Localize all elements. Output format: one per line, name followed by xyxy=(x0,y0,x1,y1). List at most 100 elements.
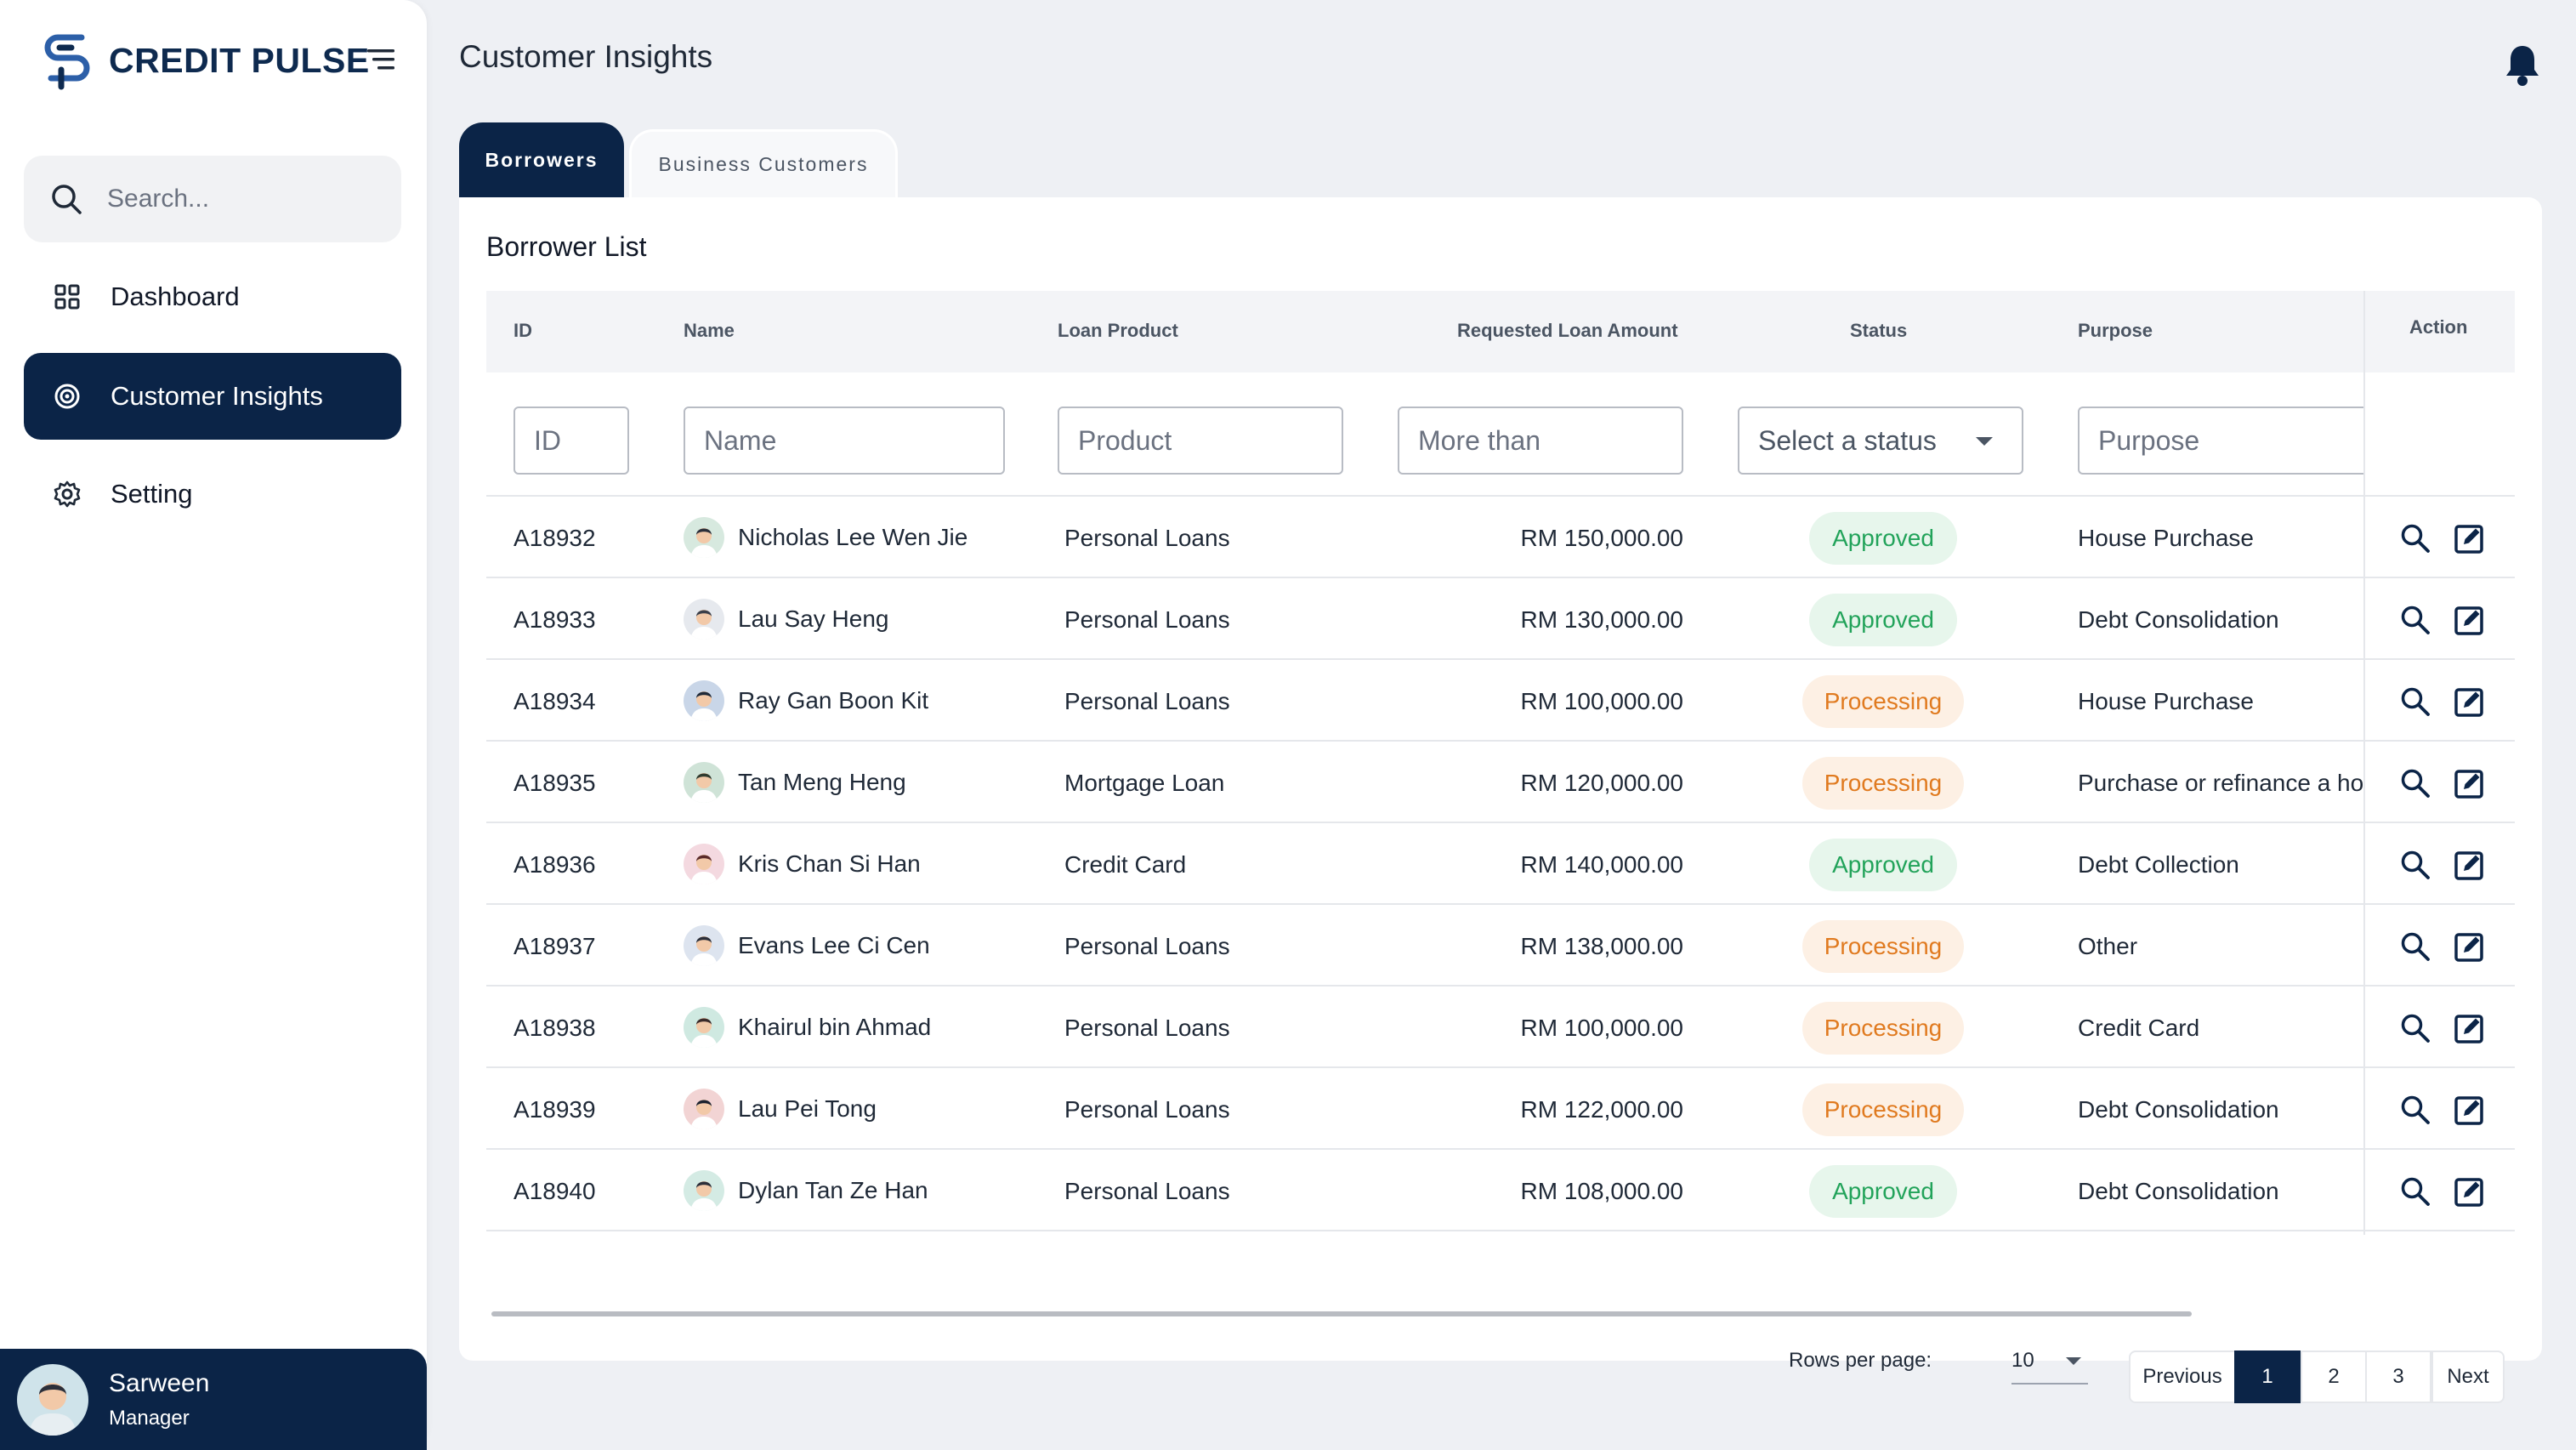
column-header-loan-product[interactable]: Loan Product xyxy=(1058,320,1178,342)
column-header-amount[interactable]: Requested Loan Amount xyxy=(1457,320,1678,342)
sidebar-item-dashboard[interactable]: Dashboard xyxy=(24,253,401,340)
brand: CREDIT PULSE xyxy=(43,31,370,90)
grid-icon xyxy=(54,284,80,310)
cell-loan-product: Personal Loans xyxy=(1064,606,1230,633)
filter-product-input[interactable] xyxy=(1058,407,1343,475)
brand-name: CREDIT PULSE xyxy=(109,40,370,80)
cell-loan-product: Personal Loans xyxy=(1064,1015,1230,1041)
tab-business-customers[interactable]: Business Customers xyxy=(629,129,898,197)
borrower-name: Tan Meng Heng xyxy=(738,769,906,795)
target-icon xyxy=(54,384,80,409)
menu-toggle-icon[interactable] xyxy=(366,46,396,73)
column-header-name[interactable]: Name xyxy=(684,320,735,342)
borrower-name: Khairul bin Ahmad xyxy=(738,1014,932,1040)
cell-amount: RM 120,000.00 xyxy=(1520,770,1683,796)
cell-loan-product: Personal Loans xyxy=(1064,1178,1230,1204)
cell-amount: RM 150,000.00 xyxy=(1520,525,1683,551)
borrower-name: Lau Pei Tong xyxy=(738,1095,877,1122)
filter-name-input[interactable] xyxy=(684,407,1005,475)
next-page-button[interactable]: Next xyxy=(2431,1350,2505,1403)
cell-loan-product: Personal Loans xyxy=(1064,688,1230,714)
cell-name: Khairul bin Ahmad xyxy=(684,1007,931,1048)
filter-status-select[interactable]: Select a status xyxy=(1738,407,2023,475)
previous-page-button[interactable]: Previous xyxy=(2129,1350,2236,1403)
page-button-2[interactable]: 2 xyxy=(2301,1350,2367,1403)
avatar xyxy=(684,925,724,966)
cell-purpose: House Purchase xyxy=(2078,688,2255,714)
table-row[interactable]: A18932 Nicholas Lee Wen Jie Personal Loa… xyxy=(486,497,2515,578)
cell-id: A18932 xyxy=(513,525,596,551)
column-header-status[interactable]: Status xyxy=(1850,320,1907,342)
borrower-list-panel: Borrower List ID Name Loan Product Reque… xyxy=(459,197,2542,1403)
borrower-name: Ray Gan Boon Kit xyxy=(738,687,929,714)
table-row[interactable]: A18933 Lau Say Heng Personal Loans RM 13… xyxy=(486,578,2515,660)
status-badge: Processing xyxy=(1802,1083,1964,1136)
bell-icon[interactable] xyxy=(2503,43,2542,87)
cell-purpose: Debt Consolidation xyxy=(2078,606,2279,633)
cell-name: Nicholas Lee Wen Jie xyxy=(684,517,967,558)
cell-amount: RM 122,000.00 xyxy=(1520,1096,1683,1123)
cell-amount: RM 108,000.00 xyxy=(1520,1178,1683,1204)
status-badge: Approved xyxy=(1809,1165,1957,1218)
filter-purpose-input[interactable] xyxy=(2078,407,2363,475)
sidebar-item-label: Dashboard xyxy=(111,281,240,311)
filter-id-input[interactable] xyxy=(513,407,629,475)
status-badge: Approved xyxy=(1809,839,1957,891)
table-row[interactable]: A18935 Tan Meng Heng Mortgage Loan RM 12… xyxy=(486,742,2515,823)
table-row[interactable]: A18937 Evans Lee Ci Cen Personal Loans R… xyxy=(486,905,2515,987)
borrower-name: Nicholas Lee Wen Jie xyxy=(738,524,968,550)
table-row[interactable]: A18940 Dylan Tan Ze Han Personal Loans R… xyxy=(486,1150,2515,1231)
cell-amount: RM 138,000.00 xyxy=(1520,933,1683,959)
column-header-id[interactable]: ID xyxy=(513,320,532,342)
page-button-3[interactable]: 3 xyxy=(2365,1350,2431,1403)
cell-loan-product: Personal Loans xyxy=(1064,1096,1230,1123)
cell-amount: RM 130,000.00 xyxy=(1520,606,1683,633)
sidebar-item-customer-insights[interactable]: Customer Insights xyxy=(24,353,401,440)
avatar xyxy=(684,1007,724,1048)
cell-id: A18933 xyxy=(513,606,596,633)
column-header-purpose[interactable]: Purpose xyxy=(2078,320,2153,342)
user-role: Manager xyxy=(109,1406,190,1430)
cell-loan-product: Mortgage Loan xyxy=(1064,770,1225,796)
cell-purpose: Credit Card xyxy=(2078,1015,2200,1041)
rows-per-page-value: 10 xyxy=(2011,1349,2034,1372)
status-badge: Processing xyxy=(1802,920,1964,973)
user-profile-card[interactable]: Sarween Manager xyxy=(0,1349,427,1450)
cell-loan-product: Personal Loans xyxy=(1064,933,1230,959)
borrower-name: Kris Chan Si Han xyxy=(738,850,921,877)
cell-name: Ray Gan Boon Kit xyxy=(684,680,928,721)
table-row[interactable]: A18934 Ray Gan Boon Kit Personal Loans R… xyxy=(486,660,2515,742)
table-row[interactable]: A18936 Kris Chan Si Han Credit Card RM 1… xyxy=(486,823,2515,905)
cell-name: Tan Meng Heng xyxy=(684,762,906,803)
horizontal-scrollbar[interactable] xyxy=(491,1311,2192,1316)
cell-name: Lau Pei Tong xyxy=(684,1089,877,1129)
panel-title: Borrower List xyxy=(486,231,647,262)
cell-purpose: Debt Consolidation xyxy=(2078,1178,2279,1204)
cell-purpose: Purchase or refinance a hor xyxy=(2078,770,2363,796)
table-row[interactable]: A18939 Lau Pei Tong Personal Loans RM 12… xyxy=(486,1068,2515,1150)
user-name: Sarween xyxy=(109,1368,210,1397)
borrower-name: Evans Lee Ci Cen xyxy=(738,932,930,958)
cell-id: A18940 xyxy=(513,1178,596,1204)
sidebar-item-label: Customer Insights xyxy=(111,381,323,411)
cell-name: Lau Say Heng xyxy=(684,599,888,640)
status-badge: Processing xyxy=(1802,1002,1964,1055)
sidebar-item-setting[interactable]: Setting xyxy=(24,451,401,537)
cell-name: Kris Chan Si Han xyxy=(684,844,921,884)
filter-amount-input[interactable] xyxy=(1398,407,1683,475)
cell-name: Evans Lee Ci Cen xyxy=(684,925,930,966)
cell-amount: RM 100,000.00 xyxy=(1520,688,1683,714)
rows-per-page-select[interactable]: 10 xyxy=(2011,1342,2088,1385)
page-button-1[interactable]: 1 xyxy=(2234,1350,2301,1403)
cell-amount: RM 100,000.00 xyxy=(1520,1015,1683,1041)
search-input[interactable] xyxy=(107,185,379,213)
credit-pulse-logo-icon xyxy=(44,34,90,90)
table-row[interactable]: A18938 Khairul bin Ahmad Personal Loans … xyxy=(486,987,2515,1068)
filter-status-value: Select a status xyxy=(1758,424,1937,456)
cell-name: Dylan Tan Ze Han xyxy=(684,1170,928,1211)
sidebar-search xyxy=(24,156,401,242)
avatar xyxy=(684,599,724,640)
cell-id: A18935 xyxy=(513,770,596,796)
tab-borrowers[interactable]: Borrowers xyxy=(459,122,624,197)
avatar xyxy=(684,1170,724,1211)
